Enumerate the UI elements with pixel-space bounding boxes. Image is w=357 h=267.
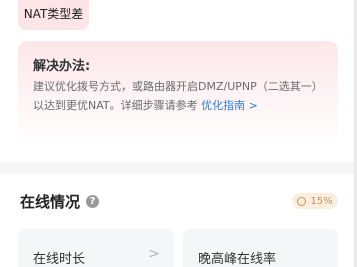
online-percent-value: 15% <box>310 195 333 207</box>
peak-online-rate-card[interactable]: 晚高峰在线率 <box>183 229 338 267</box>
optimization-guide-link[interactable]: 优化指南 > <box>201 99 258 112</box>
peak-online-rate-label: 晚高峰在线率 <box>198 252 277 267</box>
question-icon[interactable]: ? <box>86 195 100 208</box>
online-section-title: 在线情况 <box>20 193 81 211</box>
solution-body: 建议优化拨号方式，或路由器开启DMZ/UPNP（二选其一）以达到更优NAT。详细… <box>33 77 329 115</box>
online-section-header: 在线情况 ? <box>20 191 100 212</box>
section-divider <box>0 162 357 174</box>
chevron-right-icon: > <box>148 246 160 262</box>
online-duration-card[interactable]: 在线时长 > <box>18 229 174 267</box>
solution-card: 解决办法: 建议优化拨号方式，或路由器开启DMZ/UPNP（二选其一）以达到更优… <box>18 41 338 147</box>
solution-text: 建议优化拨号方式，或路由器开启DMZ/UPNP（二选其一）以达到更优NAT。详细… <box>33 80 323 112</box>
online-duration-label: 在线时长 <box>33 252 86 267</box>
clock-icon <box>297 196 307 206</box>
nat-type-label: NAT类型差 <box>23 6 84 21</box>
online-percent-badge: 15% <box>292 193 338 209</box>
solution-title: 解决办法: <box>33 59 91 74</box>
nat-type-tag: NAT类型差 <box>18 0 89 30</box>
page: NAT类型差 解决办法: 建议优化拨号方式，或路由器开启DMZ/UPNP（二选其… <box>0 0 357 267</box>
